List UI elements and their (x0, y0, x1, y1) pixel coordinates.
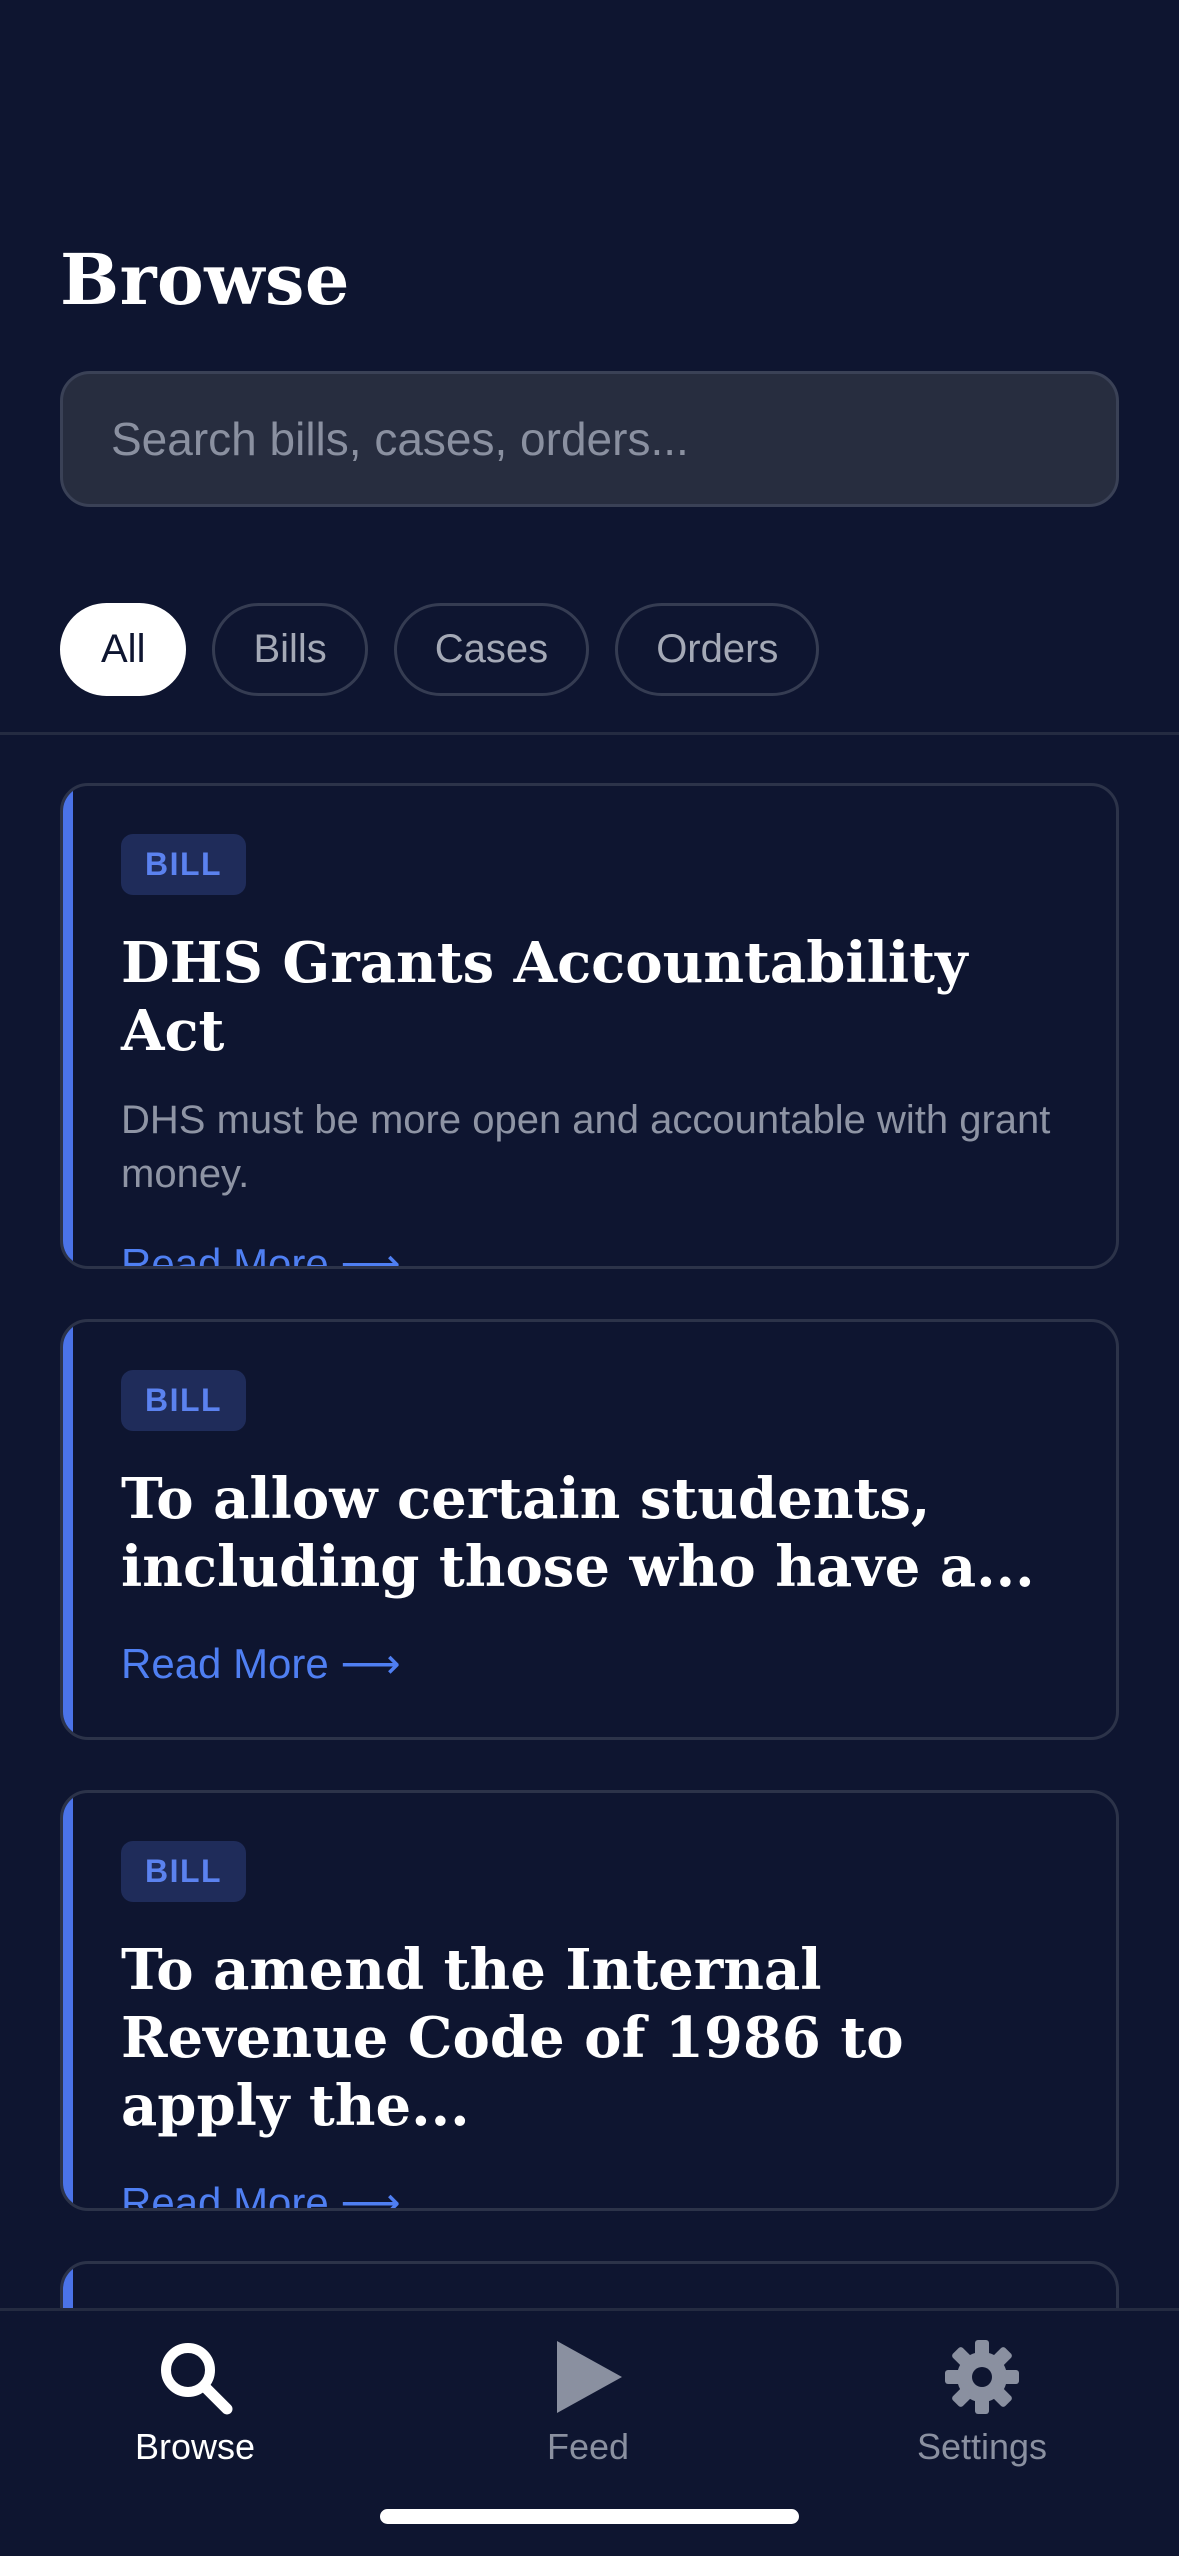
search-field[interactable] (60, 371, 1119, 507)
home-indicator (380, 2509, 799, 2524)
tab-settings[interactable]: Settings (872, 2337, 1092, 2468)
filter-chips: All Bills Cases Orders (60, 603, 820, 696)
header-divider (0, 732, 1179, 735)
tab-label-settings: Settings (916, 2426, 1048, 2467)
filter-chip-cases[interactable]: Cases (393, 603, 590, 696)
tab-feed[interactable]: Feed (478, 2337, 698, 2468)
gear-icon (942, 2337, 1022, 2422)
tab-browse[interactable]: Browse (85, 2337, 305, 2468)
browse-screen: Browse All Bills Cases Orders BILL DHS G… (0, 0, 1179, 2556)
play-icon (548, 2337, 628, 2422)
type-badge: BILL (121, 834, 247, 895)
card-title: DHS Grants Accountability Act (121, 930, 968, 1064)
result-card[interactable]: BILL To amend the Internal Revenue Code … (60, 1790, 1119, 2211)
type-badge: BILL (121, 1370, 247, 1431)
read-more-link[interactable]: Read More ⟶ (121, 2178, 401, 2208)
result-card[interactable]: BILL DHS Grants Accountability Act DHS m… (60, 783, 1119, 1269)
card-title: To amend the Internal Revenue Code of 19… (121, 1937, 904, 2139)
type-badge: BILL (121, 1841, 247, 1902)
filter-chip-orders[interactable]: Orders (615, 603, 820, 696)
card-description: DHS must be more open and accountable wi… (121, 1098, 1051, 1196)
result-card[interactable]: BILL To allow certain students, includin… (60, 1319, 1119, 1740)
search-icon (155, 2337, 235, 2422)
search-input[interactable] (63, 374, 1116, 504)
read-more-link[interactable]: Read More ⟶ (121, 1639, 401, 1688)
card-title: To allow certain students, including tho… (121, 1466, 1035, 1600)
filter-chip-all[interactable]: All (60, 603, 187, 696)
page-title: Browse (60, 238, 350, 321)
read-more-link[interactable]: Read More ⟶ (121, 1239, 401, 1266)
tab-label-browse: Browse (134, 2426, 256, 2467)
results-list[interactable]: BILL DHS Grants Accountability Act DHS m… (60, 783, 1119, 2308)
tab-label-feed: Feed (546, 2426, 630, 2467)
result-card-partial[interactable] (60, 2261, 1119, 2308)
filter-chip-bills[interactable]: Bills (212, 603, 368, 696)
